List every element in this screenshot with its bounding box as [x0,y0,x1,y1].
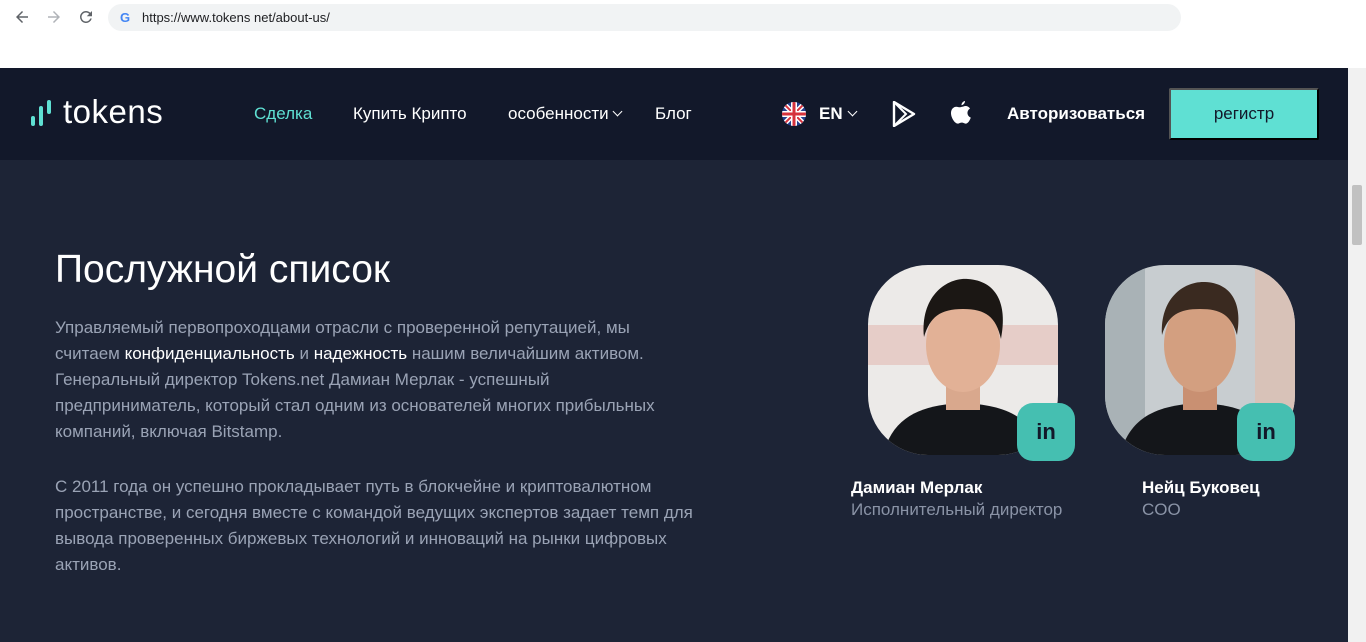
uk-flag-icon[interactable] [782,102,806,126]
language-label: EN [819,104,843,123]
member-name: Дамиан Мерлак [851,478,983,497]
google-icon: G [120,10,131,25]
forward-icon[interactable] [43,6,65,28]
browser-toolbar: G https://www.tokens net/about-us/ [0,0,1366,68]
member-role: Исполнительный директор [851,500,1063,519]
team-member-card: in Нейц Буковец COO [1105,265,1315,519]
login-link[interactable]: Авторизоваться [1007,104,1145,124]
intro-highlight-reliability: надежность [313,344,408,363]
member-name: Нейц Буковец [1142,478,1260,497]
scrollbar-thumb[interactable] [1352,185,1362,245]
linkedin-icon[interactable]: in [1237,403,1295,461]
nav-deal[interactable]: Сделка [254,104,312,124]
history-paragraph: С 2011 года он успешно прокладывает путь… [55,477,693,574]
intro-highlight-privacy: конфиденциальность [124,344,295,363]
logo-text: tokens [63,93,164,130]
intro-paragraph: Управляемый первопроходцами отрасли с пр… [55,315,695,445]
language-selector[interactable]: EN [819,104,858,124]
logo-mark-icon [29,98,55,126]
nav-blog[interactable]: Блог [655,104,692,124]
page-heading: Послужной список [55,248,390,291]
page-scrollbar[interactable] [1348,68,1366,642]
linkedin-icon[interactable]: in [1017,403,1075,461]
tokens-logo[interactable]: tokens [29,95,163,129]
url-text: https://www.tokens net/about-us/ [142,10,330,25]
address-bar[interactable]: G https://www.tokens net/about-us/ [108,4,1181,31]
register-button[interactable]: регистр [1169,88,1319,140]
site-header: tokens Сделка Купить Крипто особенности … [0,68,1348,160]
chevron-down-icon [612,106,623,117]
back-icon[interactable] [11,6,33,28]
nav-features[interactable]: особенности [508,104,623,124]
intro-text-c: и [294,344,314,363]
team-member-card: in Дамиан Мерлак Исполнительный директор [851,265,1078,519]
member-role: COO [1142,500,1181,519]
nav-features-label: особенности [508,104,609,123]
nav-buy-crypto[interactable]: Купить Крипто [353,104,467,124]
reload-icon[interactable] [75,6,97,28]
chevron-down-icon [847,106,858,117]
google-play-icon[interactable] [892,100,916,128]
apple-icon[interactable] [950,101,974,127]
